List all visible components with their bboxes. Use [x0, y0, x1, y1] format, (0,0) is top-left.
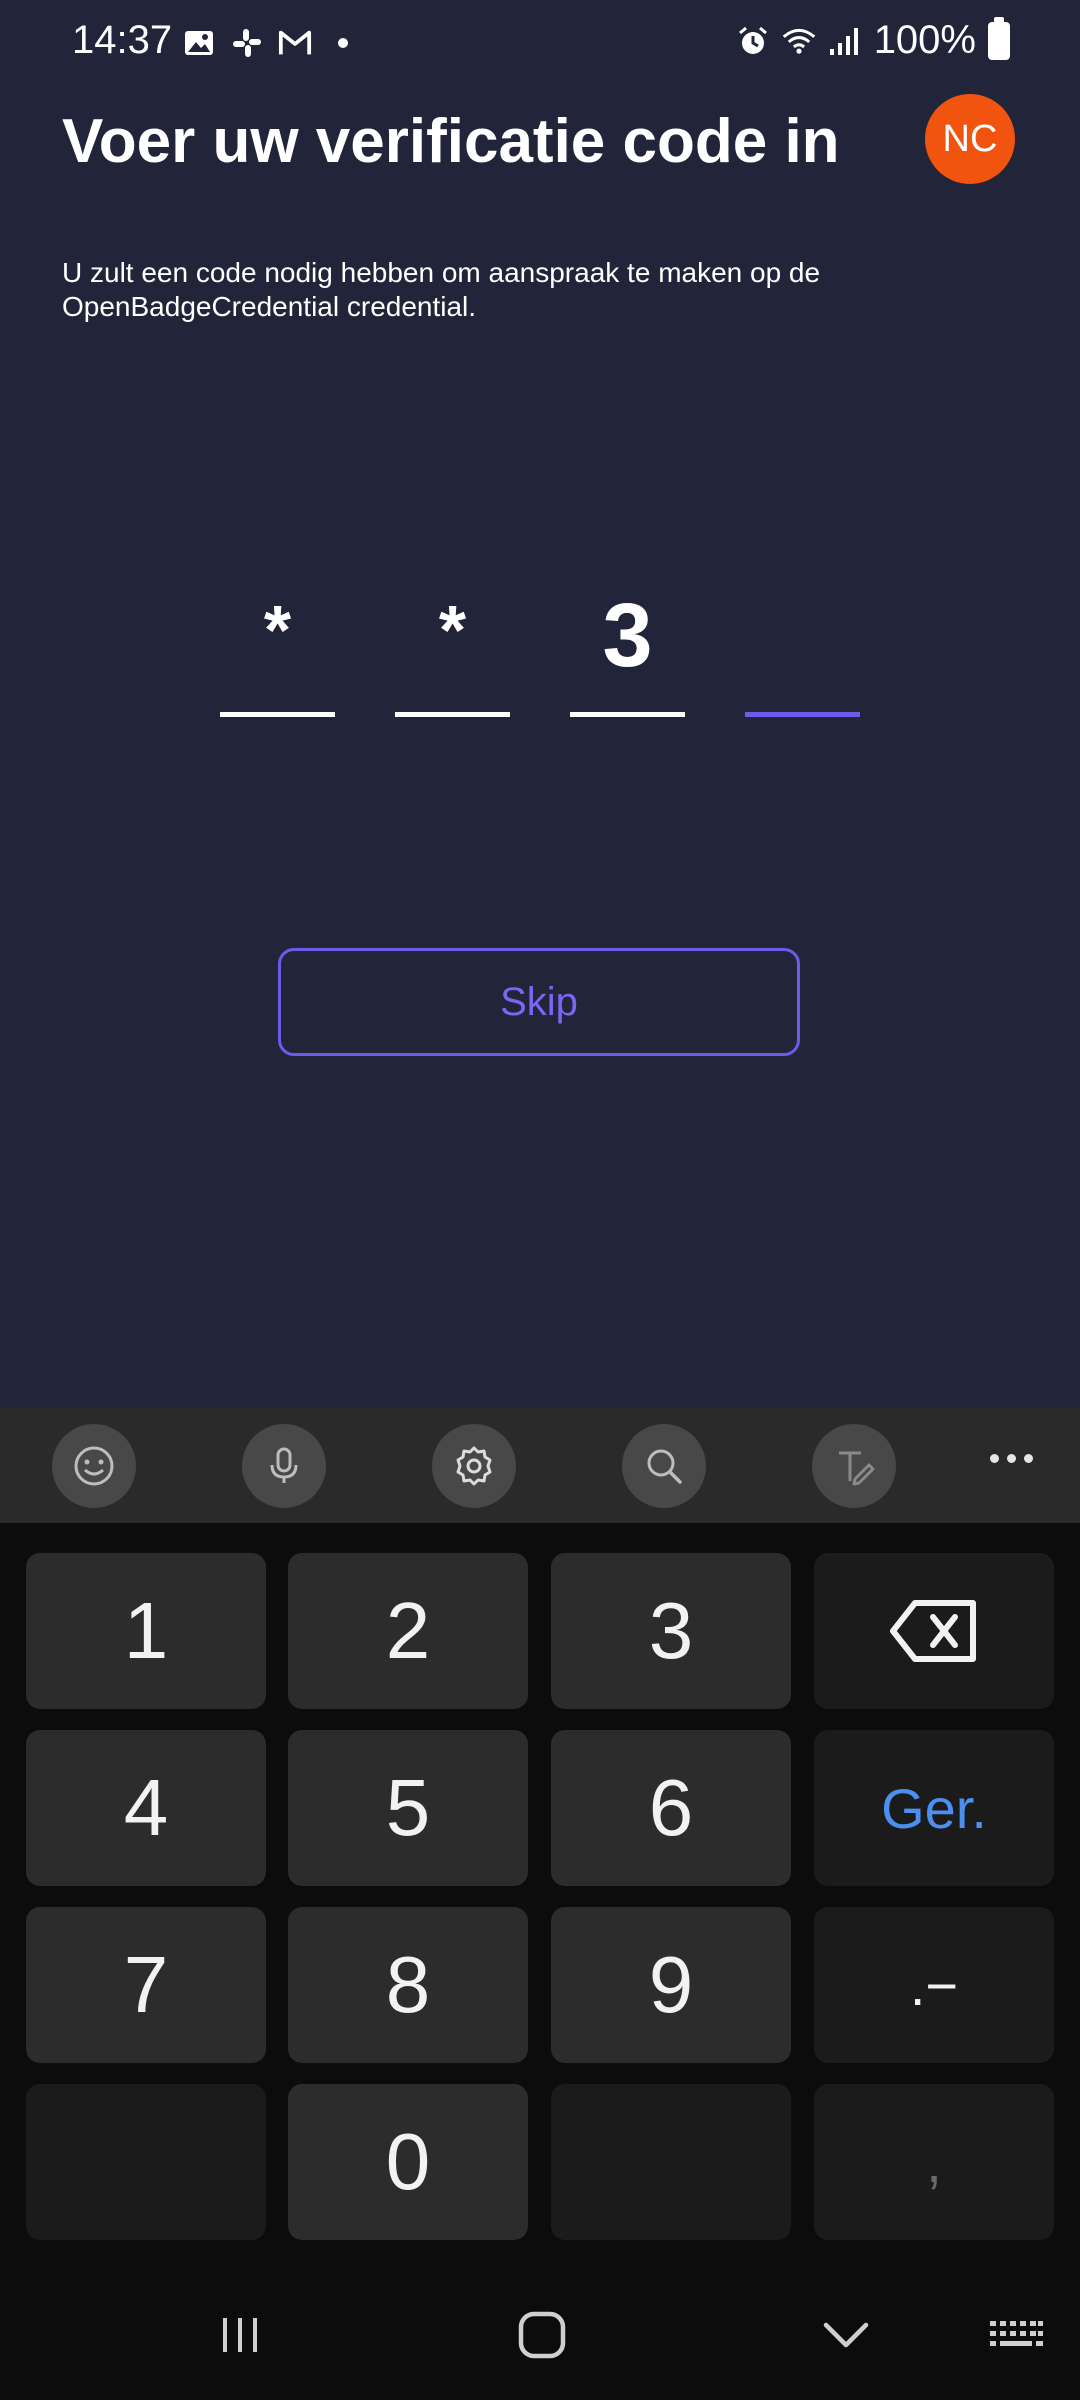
navigation-bar — [0, 2265, 1080, 2400]
keyboard: 1 2 3 4 5 6 Ger. 7 8 9 .− 0 , — [0, 1408, 1080, 2400]
settings-icon[interactable] — [432, 1424, 516, 1508]
key-0-label: 0 — [385, 2117, 431, 2206]
key-3[interactable]: 3 — [551, 1553, 791, 1709]
code-cell-4[interactable] — [745, 570, 860, 720]
key-1-label: 1 — [123, 1586, 169, 1675]
code-char-3: 3 — [602, 586, 653, 686]
home-icon[interactable] — [502, 2305, 582, 2365]
more-icon[interactable] — [990, 1454, 1033, 1463]
code-cell-2[interactable]: * — [395, 570, 510, 720]
status-bar: 14:37 100% — [0, 0, 1080, 90]
notification-icons — [182, 26, 348, 60]
key-6-label: 6 — [648, 1763, 694, 1852]
symbols-key-label: .− — [909, 1953, 959, 2017]
signal-icon — [828, 24, 862, 58]
battery-icon — [988, 16, 1010, 60]
system-icons: 100% — [736, 16, 1010, 63]
handwriting-icon[interactable] — [812, 1424, 896, 1508]
key-7[interactable]: 7 — [26, 1907, 266, 2063]
key-8-label: 8 — [385, 1940, 431, 2029]
skip-button-label: Skip — [500, 979, 578, 1024]
emoji-icon[interactable] — [52, 1424, 136, 1508]
code-underline-1 — [220, 712, 335, 717]
code-underline-2 — [395, 712, 510, 717]
key-2[interactable]: 2 — [288, 1553, 528, 1709]
microphone-icon[interactable] — [242, 1424, 326, 1508]
recent-apps-icon[interactable] — [200, 2305, 280, 2365]
status-time: 14:37 — [72, 18, 173, 62]
keyboard-icon[interactable] — [976, 2305, 1056, 2365]
key-8[interactable]: 8 — [288, 1907, 528, 2063]
search-icon[interactable] — [622, 1424, 706, 1508]
key-9-label: 9 — [648, 1940, 694, 2029]
key-6[interactable]: 6 — [551, 1730, 791, 1886]
key-1[interactable]: 1 — [26, 1553, 266, 1709]
avatar[interactable]: NC — [925, 94, 1015, 184]
key-0[interactable]: 0 — [288, 2084, 528, 2240]
alarm-icon — [736, 24, 770, 58]
wifi-icon — [782, 24, 816, 58]
dot-icon — [338, 38, 348, 48]
symbols-key[interactable]: .− — [814, 1907, 1054, 2063]
page-title: Voer uw verificatie code in — [62, 107, 840, 176]
slack-icon — [230, 26, 264, 60]
image-icon — [182, 26, 216, 60]
blank-key-right — [551, 2084, 791, 2240]
avatar-initials: NC — [942, 117, 998, 160]
keyboard-toolbar — [0, 1408, 1080, 1523]
back-icon[interactable] — [806, 2305, 886, 2365]
code-char-1: * — [263, 591, 292, 669]
blank-key-left — [26, 2084, 266, 2240]
key-3-label: 3 — [648, 1586, 694, 1675]
key-2-label: 2 — [385, 1586, 431, 1675]
page-subtitle: U zult een code nodig hebben om aanspraa… — [62, 257, 821, 322]
key-4-label: 4 — [123, 1763, 169, 1852]
key-9[interactable]: 9 — [551, 1907, 791, 2063]
code-cell-3[interactable]: 3 — [570, 570, 685, 720]
battery-percentage: 100% — [873, 18, 976, 62]
skip-button[interactable]: Skip — [278, 948, 800, 1056]
key-5[interactable]: 5 — [288, 1730, 528, 1886]
code-char-2: * — [438, 591, 467, 669]
backspace-icon — [890, 1600, 976, 1662]
comma-key[interactable]: , — [814, 2084, 1054, 2240]
done-key[interactable]: Ger. — [814, 1730, 1054, 1886]
key-7-label: 7 — [123, 1940, 169, 2029]
key-4[interactable]: 4 — [26, 1730, 266, 1886]
done-key-label: Ger. — [881, 1776, 987, 1840]
comma-key-label: , — [926, 2130, 942, 2194]
verification-code-input[interactable]: * * 3 — [220, 570, 860, 720]
code-cell-1[interactable]: * — [220, 570, 335, 720]
backspace-key[interactable] — [814, 1553, 1054, 1709]
code-underline-4-active — [745, 712, 860, 717]
key-5-label: 5 — [385, 1763, 431, 1852]
code-underline-3 — [570, 712, 685, 717]
gmail-icon — [278, 26, 312, 60]
